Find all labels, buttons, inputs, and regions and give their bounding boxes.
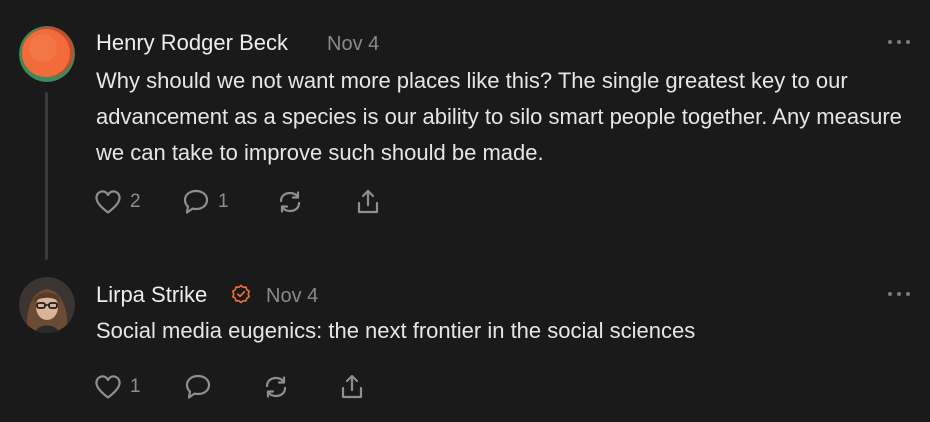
action-bar: 2 1: [94, 187, 394, 217]
avatar-logo-icon: [19, 26, 75, 82]
comment-text: Social media eugenics: the next frontier…: [96, 318, 696, 343]
comment-bubble-icon: [184, 373, 212, 401]
share-icon: [338, 373, 366, 401]
comment-date[interactable]: Nov 4: [327, 33, 379, 56]
reply-button[interactable]: [184, 372, 212, 402]
share-button[interactable]: [338, 372, 366, 402]
more-options-icon[interactable]: [888, 290, 910, 298]
restack-icon: [276, 188, 304, 216]
avatar[interactable]: [19, 277, 75, 333]
more-options-icon[interactable]: [888, 38, 910, 46]
comment-bubble-icon: [182, 188, 210, 216]
verified-badge-icon: [231, 284, 251, 304]
author-name[interactable]: Lirpa Strike: [96, 282, 207, 308]
like-count: 2: [130, 191, 141, 212]
avatar[interactable]: [19, 26, 75, 82]
portrait-avatar-icon: [19, 277, 75, 333]
action-bar: 1: [94, 372, 374, 402]
thread-line: [45, 92, 48, 260]
author-name[interactable]: Henry Rodger Beck: [96, 30, 288, 56]
comment-date[interactable]: Nov 4: [266, 285, 318, 308]
reply-button[interactable]: 1: [182, 187, 229, 217]
like-count: 1: [130, 376, 141, 397]
like-button[interactable]: 1: [94, 372, 141, 402]
heart-icon: [94, 189, 122, 215]
restack-button[interactable]: [276, 187, 304, 217]
heart-icon: [94, 374, 122, 400]
share-icon: [354, 188, 382, 216]
restack-button[interactable]: [262, 372, 290, 402]
share-button[interactable]: [354, 187, 382, 217]
comment-text: Why should we not want more places like …: [96, 68, 902, 165]
restack-icon: [262, 373, 290, 401]
like-button[interactable]: 2: [94, 187, 141, 217]
reply-count: 1: [218, 191, 229, 212]
